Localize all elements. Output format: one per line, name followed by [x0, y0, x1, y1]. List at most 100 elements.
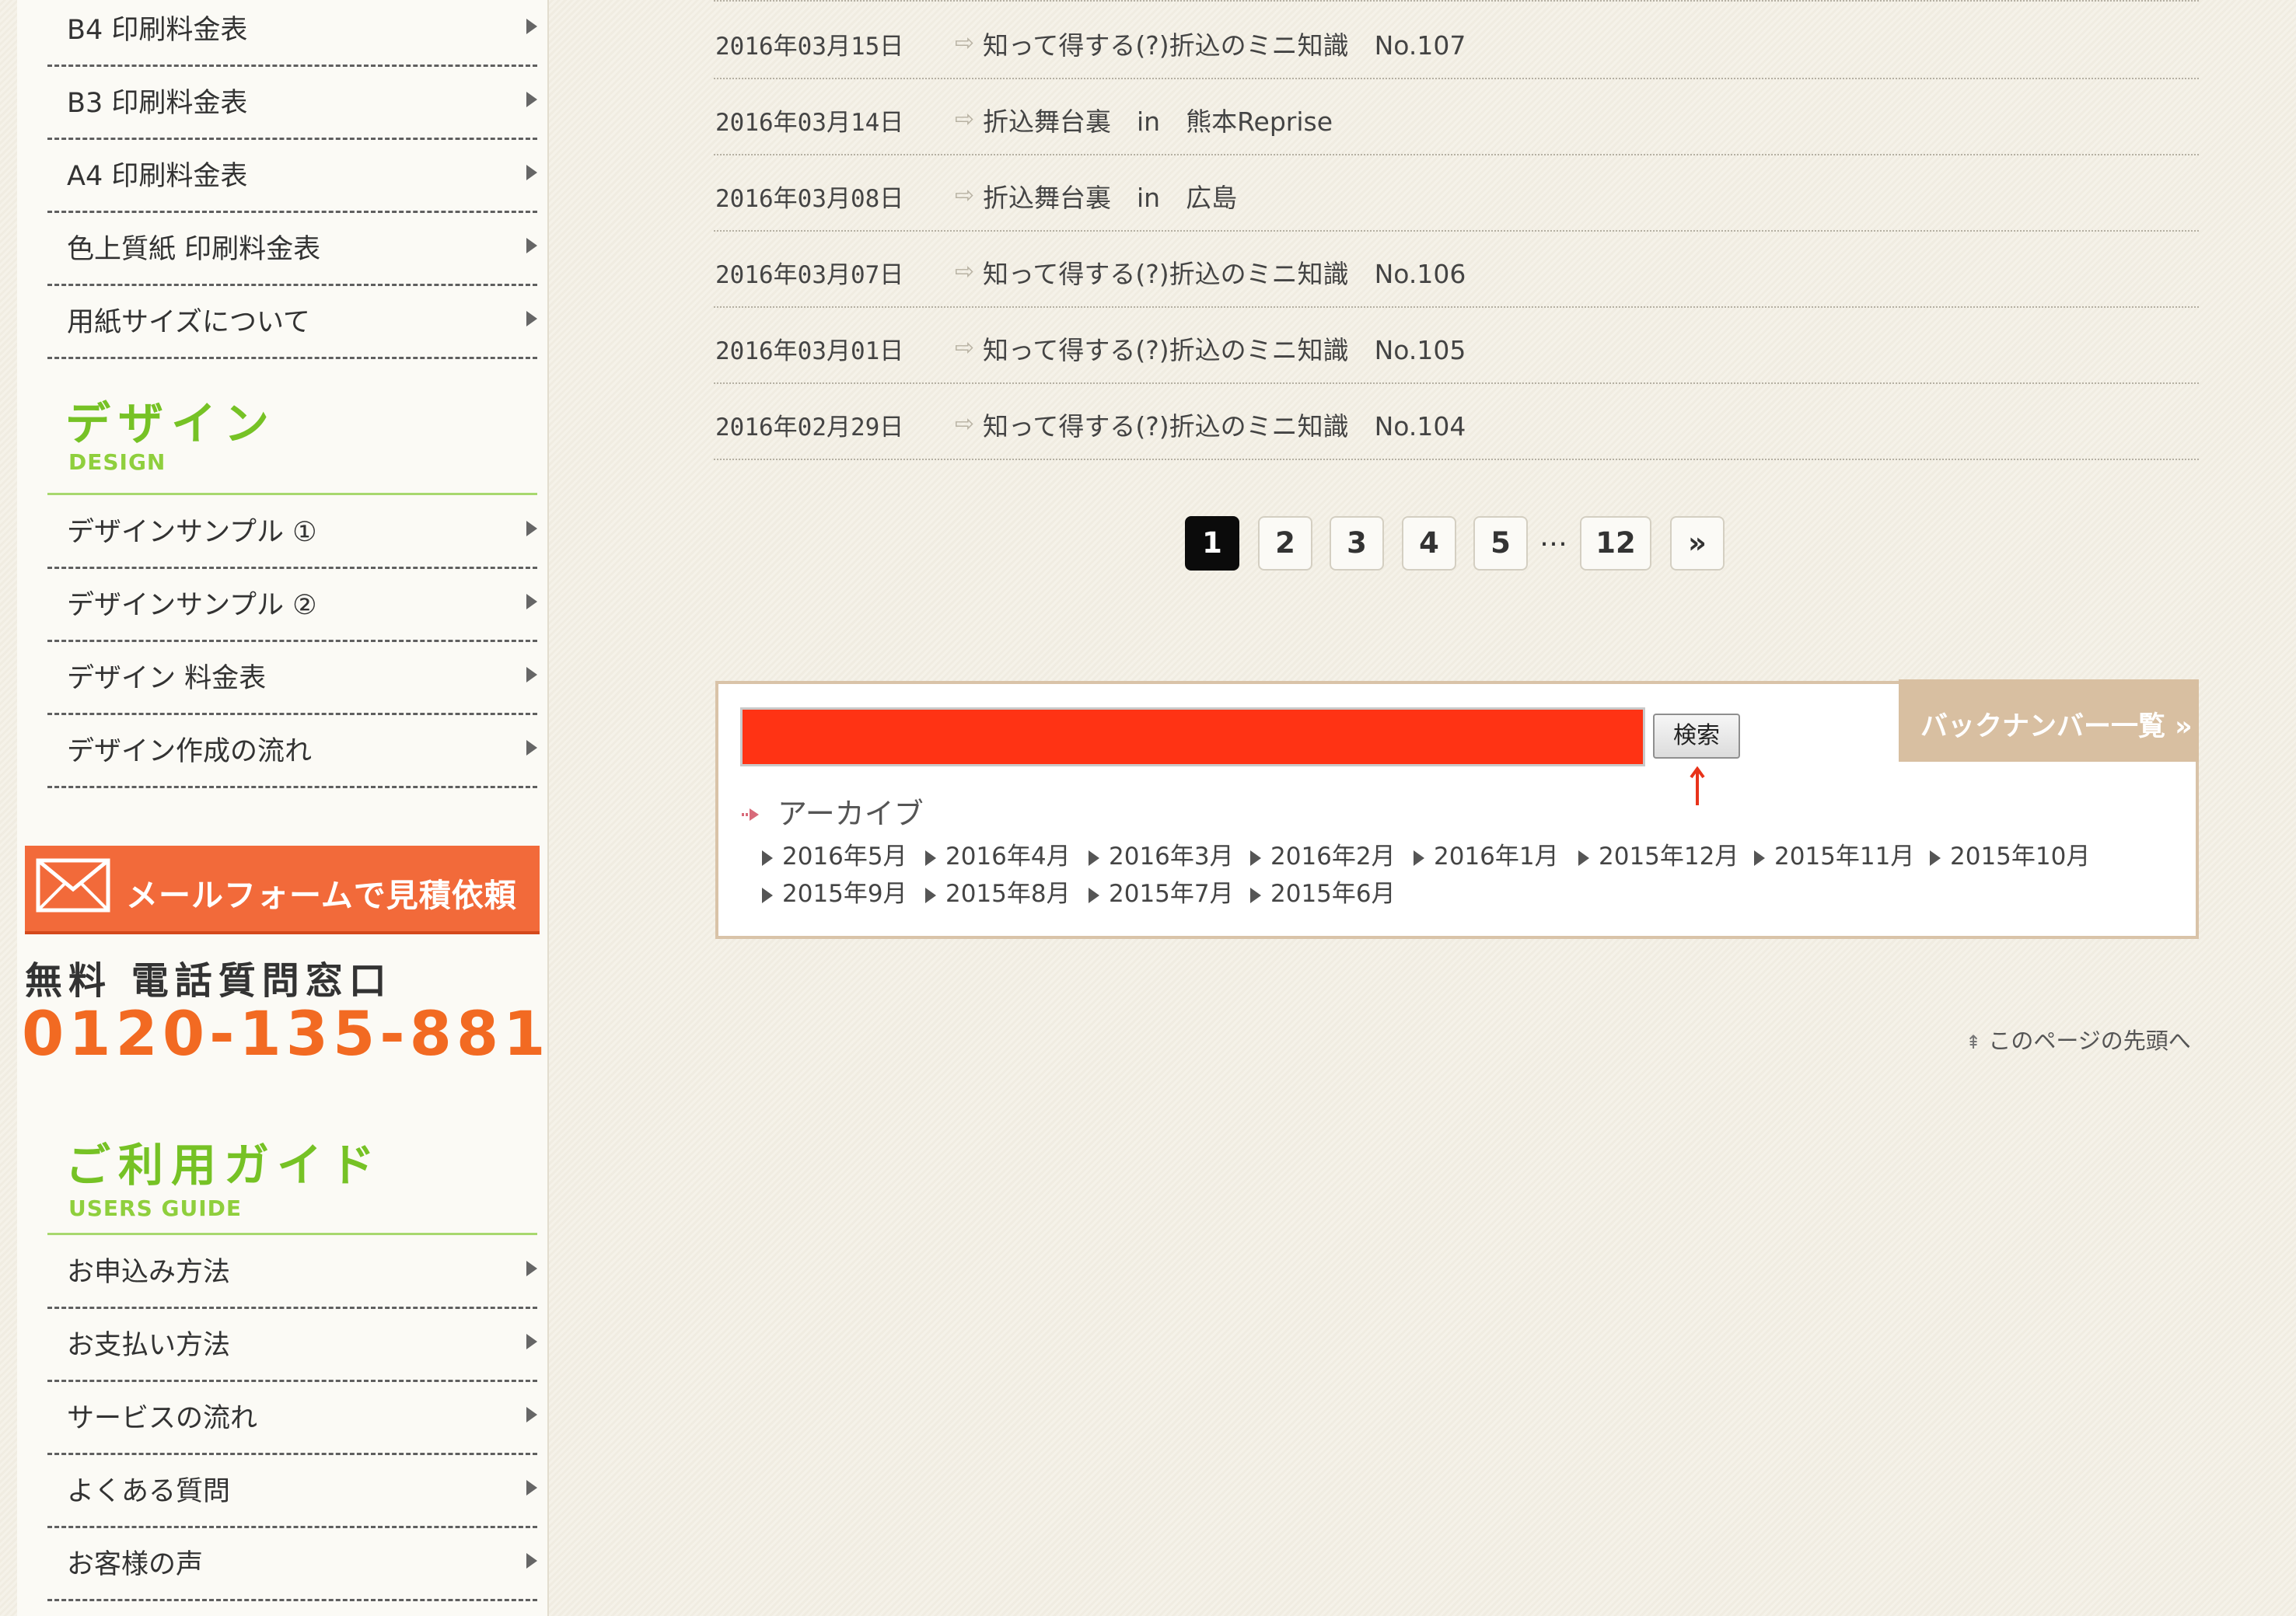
- sidebar-item-b3-price[interactable]: B3 印刷料金表: [47, 67, 537, 140]
- news-row[interactable]: 2016年03月07日 ⇨ 知って得する(?)折込のミニ知識 No.106: [714, 232, 2199, 308]
- backnumber-label: バックナンバー一覧 »: [1920, 711, 2193, 742]
- triangle-right-icon: [526, 238, 537, 253]
- sidebar-item-how-to-apply[interactable]: お申込み方法: [47, 1236, 537, 1309]
- news-row[interactable]: 2016年03月08日 ⇨ 折込舞台裏 in 広島: [714, 155, 2199, 232]
- sidebar-item-service-flow[interactable]: サービスの流れ: [47, 1382, 537, 1455]
- news-date: 2016年03月01日: [715, 337, 904, 365]
- section-divider: [47, 1233, 537, 1235]
- pagination-page-5[interactable]: 5: [1473, 516, 1528, 571]
- news-row[interactable]: 2016年02月29日 ⇨ 知って得する(?)折込のミニ知識 No.104: [714, 384, 2199, 460]
- sidebar-item-label: 色上質紙 印刷料金表: [67, 234, 321, 265]
- news-title-link[interactable]: 知って得する(?)折込のミニ知識 No.106: [983, 253, 1466, 291]
- arrow-right-icon: ⇨: [955, 182, 975, 209]
- pagination-page-1[interactable]: 1: [1185, 516, 1239, 571]
- arrow-right-icon: ⇨: [955, 106, 975, 133]
- archive-link[interactable]: 2015年8月: [925, 874, 1071, 909]
- backnumber-list-tab[interactable]: バックナンバー一覧 »: [1899, 679, 2199, 762]
- archive-link[interactable]: 2015年11月: [1754, 836, 1914, 871]
- pagination-next-button[interactable]: »: [1670, 516, 1725, 571]
- news-row[interactable]: 2016年03月14日 ⇨ 折込舞台裏 in 熊本Reprise: [714, 79, 2199, 155]
- news-title-link[interactable]: 知って得する(?)折込のミニ知識 No.105: [983, 330, 1466, 367]
- page-top-label: このページの先頭へ: [1988, 1028, 2191, 1054]
- archive-link[interactable]: 2016年1月: [1414, 836, 1559, 871]
- archive-link[interactable]: 2016年3月: [1089, 836, 1234, 871]
- archive-link[interactable]: 2015年9月: [762, 874, 907, 909]
- news-date: 2016年03月15日: [715, 33, 904, 61]
- page-top-link[interactable]: ⇞ このページの先頭へ: [1966, 1023, 2191, 1056]
- triangle-right-icon: [526, 1407, 537, 1422]
- triangle-right-icon: [526, 667, 537, 682]
- news-row[interactable]: 2016年03月15日 ⇨ 知って得する(?)折込のミニ知識 No.107: [714, 3, 2199, 79]
- triangle-right-icon: [526, 165, 537, 180]
- sidebar-item-label: デザインサンプル ①: [67, 517, 317, 548]
- archive-link[interactable]: 2016年5月: [762, 836, 907, 871]
- mail-banner-text: メールフォームで見積依頼: [126, 877, 517, 914]
- sidebar-item-design-sample-2[interactable]: デザインサンプル ②: [47, 569, 537, 642]
- arrow-right-icon: ⇨: [955, 258, 975, 285]
- news-title-link[interactable]: 知って得する(?)折込のミニ知識 No.104: [983, 406, 1466, 443]
- archive-link[interactable]: 2015年12月: [1578, 836, 1739, 871]
- triangle-right-icon: [526, 1480, 537, 1496]
- sidebar-item-a4-price[interactable]: A4 印刷料金表: [47, 140, 537, 213]
- sidebar-item-label: B3 印刷料金表: [67, 88, 248, 119]
- design-section-title: デザイン: [65, 397, 278, 450]
- archive-heading: アーカイブ: [778, 797, 924, 831]
- news-title-link[interactable]: 折込舞台裏 in 広島: [983, 177, 1237, 215]
- archive-link[interactable]: 2015年7月: [1089, 874, 1234, 909]
- archive-bullet-icon: [742, 808, 759, 821]
- triangle-right-icon: [526, 92, 537, 107]
- triangle-right-icon: [526, 740, 537, 756]
- sidebar-item-label: B4 印刷料金表: [67, 15, 248, 46]
- arrow-right-icon: ⇨: [955, 30, 975, 57]
- news-title-link[interactable]: 折込舞台裏 in 熊本Reprise: [983, 101, 1333, 138]
- sidebar-item-color-paper-price[interactable]: 色上質紙 印刷料金表: [47, 213, 537, 286]
- pagination-page-last[interactable]: 12: [1580, 516, 1651, 571]
- mail-quote-banner[interactable]: メールフォームで見積依頼: [25, 846, 540, 934]
- sidebar-item-design-price[interactable]: デザイン 料金表: [47, 642, 537, 715]
- triangle-right-icon: [526, 1553, 537, 1569]
- sidebar-item-label: サービスの流れ: [67, 1403, 258, 1434]
- pagination-ellipsis: …: [1539, 521, 1567, 553]
- guide-section-title: ご利用ガイド: [65, 1139, 383, 1192]
- sidebar-item-customer-voice[interactable]: お客様の声: [47, 1528, 537, 1601]
- triangle-right-icon: [526, 311, 537, 326]
- archive-link[interactable]: 2015年6月: [1250, 874, 1396, 909]
- sidebar-item-label: お支払い方法: [67, 1330, 231, 1361]
- archive-link[interactable]: 2016年4月: [925, 836, 1071, 871]
- sidebar-item-paper-size[interactable]: 用紙サイズについて: [47, 286, 537, 359]
- news-title-link[interactable]: 知って得する(?)折込のミニ知識 No.107: [983, 25, 1466, 62]
- arrow-right-icon: ⇨: [955, 410, 975, 438]
- sidebar-item-label: デザイン 料金表: [67, 663, 267, 694]
- pagination-page-4[interactable]: 4: [1402, 516, 1456, 571]
- search-button[interactable]: 検索: [1653, 714, 1740, 759]
- sidebar-item-faq[interactable]: よくある質問: [47, 1455, 537, 1528]
- envelope-icon: [36, 858, 110, 913]
- sidebar-item-design-sample-1[interactable]: デザインサンプル ①: [47, 496, 537, 569]
- news-date: 2016年02月29日: [715, 414, 904, 442]
- phone-label: 無料 電話質問窓口: [25, 959, 393, 1003]
- triangle-right-icon: [526, 1261, 537, 1276]
- sidebar-item-payment[interactable]: お支払い方法: [47, 1309, 537, 1382]
- news-row[interactable]: 2016年03月01日 ⇨ 知って得する(?)折込のミニ知識 No.105: [714, 308, 2199, 384]
- design-section-subtitle: DESIGN: [68, 449, 166, 475]
- section-divider: [47, 493, 537, 495]
- sidebar-item-label: お客様の声: [67, 1549, 204, 1580]
- sidebar-item-label: デザインサンプル ②: [67, 590, 317, 621]
- guide-section-subtitle: USERS GUIDE: [68, 1195, 243, 1221]
- page-top-icon: ⇞: [1966, 1031, 1982, 1053]
- sidebar-item-label: お申込み方法: [67, 1257, 231, 1288]
- sidebar-item-label: デザイン作成の流れ: [67, 736, 313, 767]
- search-input[interactable]: [740, 707, 1645, 766]
- news-date: 2016年03月07日: [715, 261, 904, 289]
- phone-number: 0120-135-881: [22, 1000, 550, 1070]
- archive-link[interactable]: 2015年10月: [1930, 836, 2090, 871]
- pagination-page-2[interactable]: 2: [1258, 516, 1312, 571]
- archive-link[interactable]: 2016年2月: [1250, 836, 1396, 871]
- triangle-right-icon: [526, 19, 537, 34]
- news-date: 2016年03月14日: [715, 109, 904, 137]
- sidebar-item-b4-price[interactable]: B4 印刷料金表: [47, 0, 537, 67]
- sidebar-item-label: 用紙サイズについて: [67, 307, 310, 338]
- sidebar-item-design-flow[interactable]: デザイン作成の流れ: [47, 715, 537, 788]
- pagination-page-3[interactable]: 3: [1330, 516, 1384, 571]
- triangle-right-icon: [526, 1334, 537, 1349]
